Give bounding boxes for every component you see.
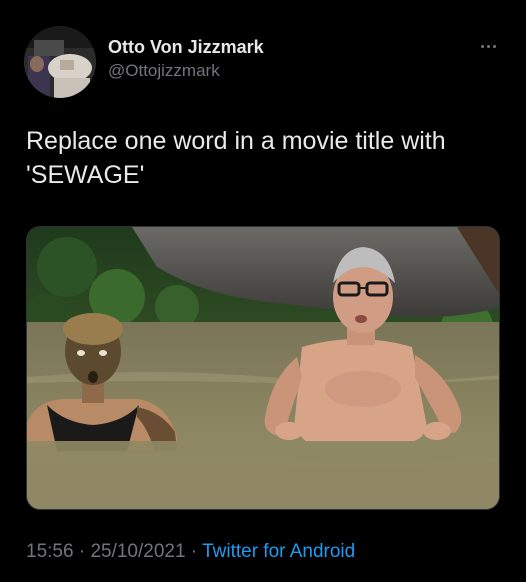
user-handle[interactable]: @Ottojizzmark [108,61,220,81]
photo [27,227,499,509]
tweet-media-image[interactable] [26,226,500,510]
tweet-metadata: 15:56 · 25/10/2021 · Twitter for Android [26,541,355,563]
avatar-image [24,26,96,98]
separator: · [73,541,91,562]
tweet-time[interactable]: 15:56 [26,541,74,562]
tweet-date[interactable]: 25/10/2021 [90,541,185,562]
display-name[interactable]: Otto Von Jizzmark [108,37,264,58]
avatar[interactable] [24,26,96,98]
more-options-button[interactable] [476,36,500,56]
tweet-source-link[interactable]: Twitter for Android [202,541,355,562]
tweet-text: Replace one word in a movie title with '… [26,127,446,189]
more-horizontal-icon [480,44,484,48]
separator: · [185,541,203,562]
